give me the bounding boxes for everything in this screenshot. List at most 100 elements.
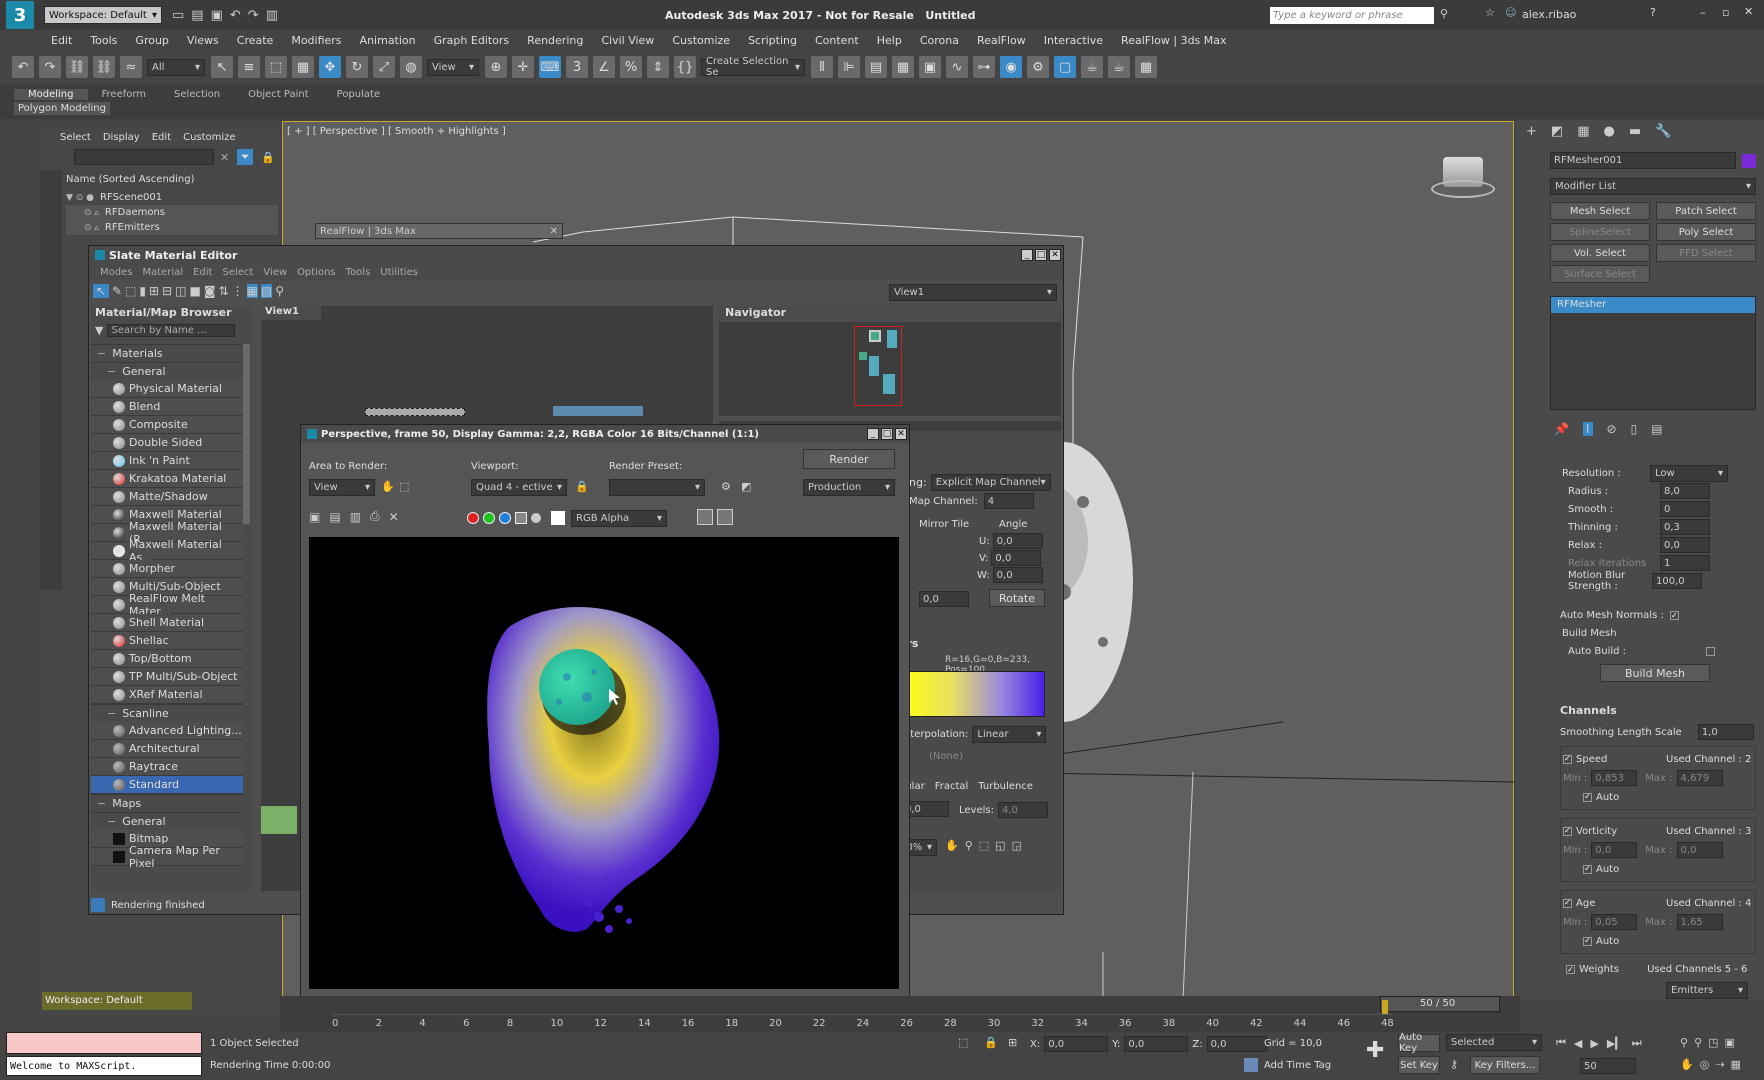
render-preset-dropdown[interactable]: ▾ [609,479,705,496]
select-tool-icon[interactable]: ↖ [93,284,109,298]
lock-icon[interactable]: 🔒 [261,151,275,164]
lock-viewport-icon[interactable]: 🔒 [575,480,589,493]
undo-icon[interactable]: ↶ [12,56,34,78]
ribbon-tab[interactable]: Object Paint [234,89,323,100]
auto-region-icon[interactable]: ⬚ [399,480,409,493]
star-icon[interactable]: ☆ [1485,6,1495,19]
swatch-icon[interactable] [551,511,565,525]
restore-icon[interactable]: ▫ [1722,6,1729,19]
mesher-param-field[interactable]: 0 [1660,501,1710,517]
toggle-ui-icon[interactable] [717,509,733,525]
browser-group-header[interactable]: − Scanline [91,704,243,722]
slate-menu-item[interactable]: Tools [341,267,376,278]
material-node[interactable] [553,406,643,416]
move-icon[interactable]: ✥ [319,56,341,78]
pan-icon[interactable]: ✋ [945,839,959,852]
modifier-list-dropdown[interactable]: Modifier List ▾ [1550,178,1756,195]
menu-item[interactable]: Interactive [1035,34,1112,47]
render-setup-icon[interactable]: ⚙ [721,480,731,493]
current-frame-field[interactable]: 50 [1580,1058,1636,1074]
menu-item[interactable]: Views [178,34,228,47]
pin-stack-icon[interactable]: 📌 [1554,422,1569,436]
channel-max-field[interactable]: 1,65 [1676,914,1723,930]
key-filters-button[interactable]: Key Filters... [1470,1056,1540,1074]
material-item[interactable]: RealFlow Melt Mater... [91,592,243,618]
mesher-param-field[interactable]: 0,3 [1660,519,1710,535]
browser-group-header[interactable]: − Materials [91,344,243,362]
snaps-toggle-icon[interactable]: 3 [566,56,588,78]
explorer-menu-item[interactable]: Select [54,132,97,143]
explorer-menu-item[interactable]: Edit [146,132,177,143]
edit-region-icon[interactable]: ✋ [381,480,395,493]
menu-item[interactable]: Corona [911,34,968,47]
menu-item[interactable]: Rendering [518,34,592,47]
browser-search-input[interactable]: Search by Name ... [107,323,236,337]
modifier-set-button[interactable]: SplineSelect [1550,223,1650,241]
clear-icon[interactable]: ✕ [389,510,399,524]
material-item[interactable]: XRef Material [91,686,243,704]
gradient-ramp[interactable] [901,671,1045,717]
explorer-menu-item[interactable]: Display [97,132,146,143]
weights-checkbox[interactable]: ✓ [1566,965,1575,974]
red-channel-icon[interactable] [467,512,479,524]
open-file-icon[interactable]: ▤ [191,8,203,23]
toggle-ui-overlay-icon[interactable] [697,509,713,525]
expand-icon[interactable]: ▼ [95,324,103,337]
zoom-region-icon[interactable]: ⬚ [979,839,989,852]
add-time-tag[interactable]: Add Time Tag [1264,1060,1331,1071]
remove-modifier-icon[interactable]: ▯ [1631,422,1638,436]
x-coordinate-field[interactable]: 0,0 [1044,1036,1109,1052]
fractal-radio[interactable]: Fractal [935,781,969,792]
minimize-icon[interactable]: – [1700,6,1706,19]
display-tab-icon[interactable]: ▬ [1629,124,1641,139]
param-editor-icon[interactable]: ▧ [260,284,273,298]
close-icon[interactable]: ✕ [550,226,558,237]
node-edge[interactable] [261,806,297,834]
scene-search-input[interactable] [74,149,214,165]
close-icon[interactable]: ✕ [895,428,907,440]
percent-snap-icon[interactable]: % [620,56,642,78]
layout-icon[interactable]: ⋮ [232,284,244,298]
render-mode-dropdown[interactable]: Production ▾ [803,479,895,496]
menu-item[interactable]: Modifiers [282,34,350,47]
material-item[interactable]: Shell Material [91,614,243,632]
slate-menu-item[interactable]: Options [292,267,341,278]
show-end-result-icon[interactable]: I [1582,422,1593,436]
min-max-toggle-icon[interactable]: ▦ [1731,1058,1741,1071]
align-icon[interactable]: ⊫ [838,56,860,78]
object-name-field[interactable]: RFMesher001 [1550,152,1736,169]
layer-explorer-icon[interactable]: ▦ [892,56,914,78]
mono-icon[interactable] [531,513,541,523]
stack-item-rfmesher[interactable]: RFMesher [1551,297,1755,313]
time-cursor[interactable] [1382,1000,1388,1014]
link-icon[interactable]: ⛓ [66,56,88,78]
menu-item[interactable]: Graph Editors [425,34,519,47]
material-item[interactable]: Composite [91,416,243,434]
emitters-dropdown[interactable]: Emitters ▾ [1666,982,1748,999]
eye-icon[interactable]: ⊙ ▵ [84,208,99,218]
menu-item[interactable]: RealFlow [968,34,1035,47]
explorer-workspace-dropdown[interactable]: Workspace: Default [42,992,192,1010]
channel-enable-checkbox[interactable]: ✓ [1563,898,1572,908]
pick-material-icon[interactable]: ✎ [112,284,122,298]
scene-tree-item[interactable]: ⊙ ▵ RFDaemons [66,205,278,220]
material-item[interactable]: Raytrace [91,758,243,776]
isolate-icon[interactable]: ⬚ [958,1036,968,1049]
channel-enable-checkbox[interactable]: ✓ [1563,754,1572,764]
channel-max-field[interactable]: 0,0 [1676,842,1723,858]
material-item[interactable]: Top/Bottom [91,650,243,668]
close-icon[interactable]: ✕ [1049,249,1061,261]
project-icon[interactable]: ▥ [266,8,278,23]
mesher-param-field[interactable]: 0,0 [1660,537,1710,553]
z-coordinate-field[interactable]: 0,0 [1206,1036,1267,1052]
mirror-icon[interactable]: ⫴ [811,56,833,78]
hierarchy-tab-icon[interactable]: ▦ [1577,124,1589,139]
realflow-panel-title[interactable]: RealFlow | 3ds Max ✕ [315,223,563,239]
utilities-tab-icon[interactable]: 🔧 [1655,124,1671,139]
rendered-image[interactable] [309,537,899,989]
display-channel-dropdown[interactable]: RGB Alpha ▾ [571,510,667,527]
bind-spacewarp-icon[interactable]: ≈ [120,56,142,78]
time-tag-icon[interactable] [1244,1058,1258,1072]
alpha-channel-icon[interactable] [515,512,527,524]
minimize-icon[interactable]: _ [867,428,879,440]
